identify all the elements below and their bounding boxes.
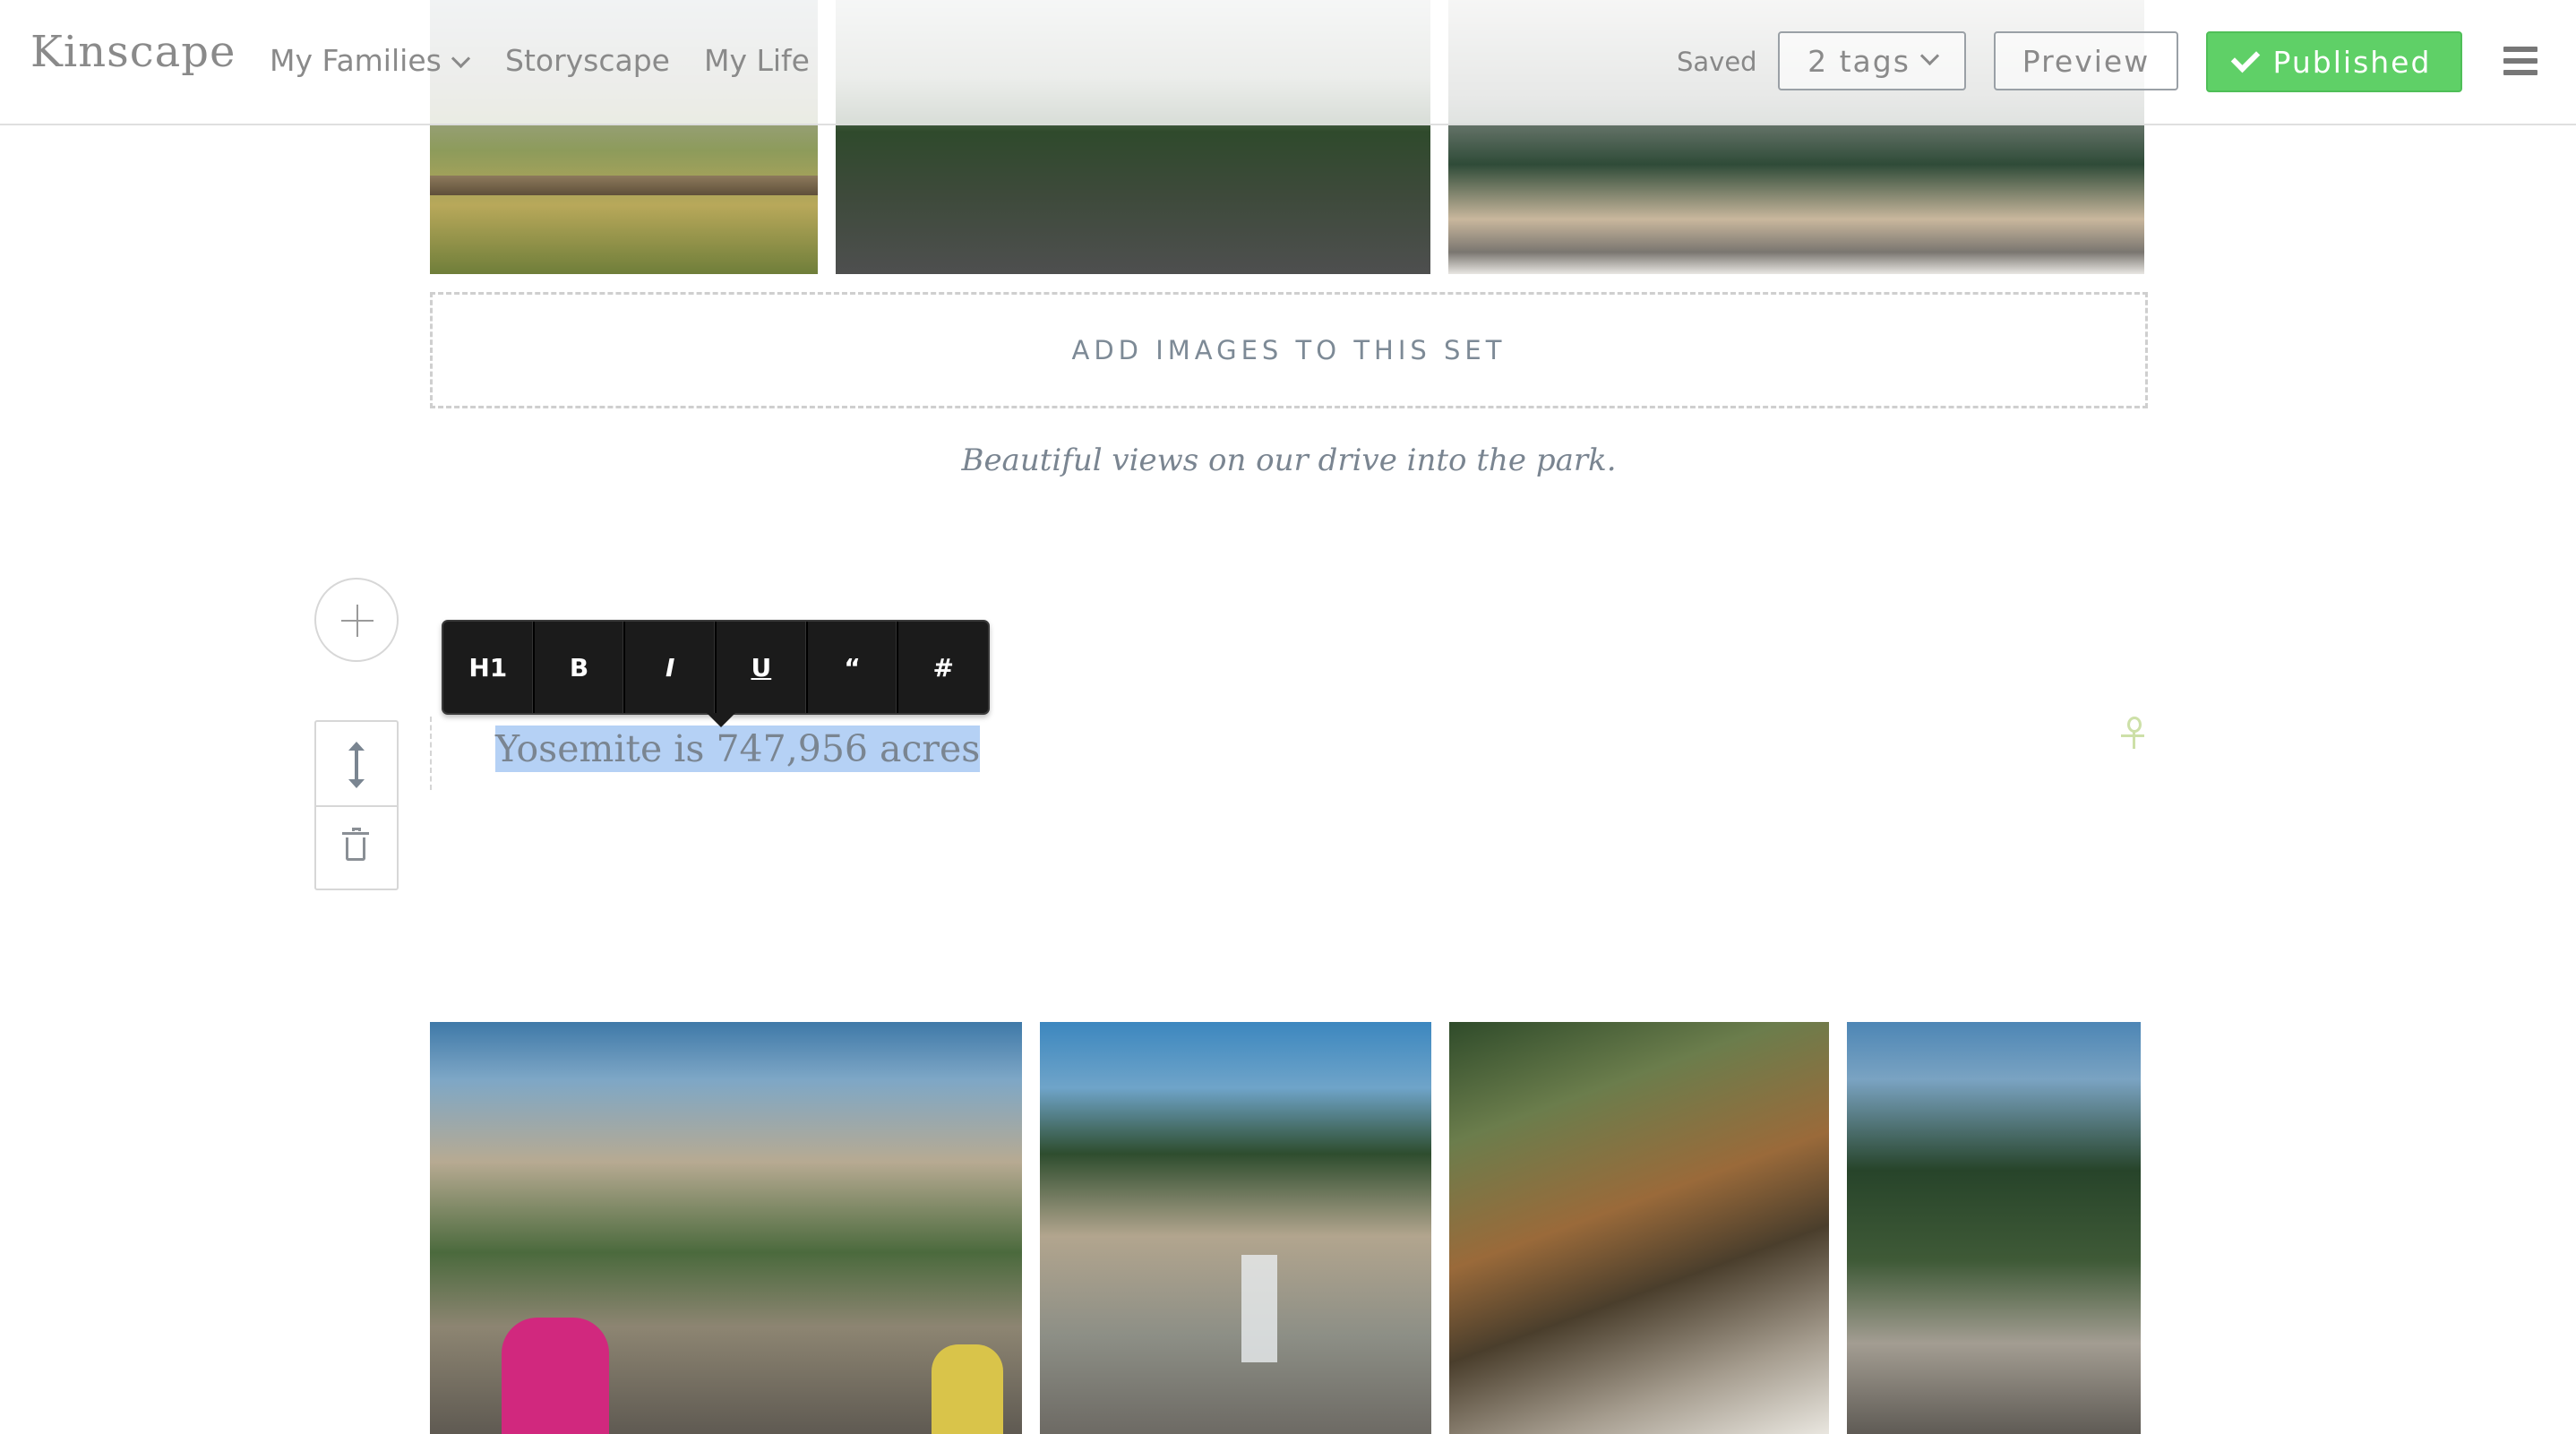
delete-block-button[interactable] <box>316 807 397 890</box>
photo-hikers[interactable] <box>430 1022 1022 1434</box>
move-block-button[interactable] <box>316 722 397 807</box>
nav-my-life[interactable]: My Life <box>704 43 810 78</box>
photo-stream[interactable] <box>1449 1022 1829 1434</box>
text-block-guide <box>430 717 432 790</box>
tags-label: 2 tags <box>1807 43 1911 79</box>
underline-button[interactable]: U <box>717 622 808 713</box>
hamburger-icon[interactable] <box>2503 47 2537 77</box>
kinscape-logo[interactable]: Kinscape <box>30 27 236 77</box>
text-block[interactable]: Yosemite is 747,956 acres <box>495 726 981 772</box>
top-nav-bar: Kinscape My Families Storyscape My Life … <box>0 0 2576 125</box>
hash-button[interactable]: # <box>898 622 988 713</box>
preview-button[interactable]: Preview <box>1994 31 2178 90</box>
nav-my-families-label: My Families <box>270 43 442 78</box>
add-block-button[interactable] <box>314 578 399 662</box>
photo-forest[interactable] <box>1847 1022 2141 1434</box>
image-set-caption[interactable]: Beautiful views on our drive into the pa… <box>430 442 2148 478</box>
italic-button[interactable]: I <box>625 622 717 713</box>
add-images-button[interactable]: ADD IMAGES TO THIS SET <box>430 292 2148 408</box>
bold-button[interactable]: B <box>535 622 626 713</box>
quote-button[interactable]: “ <box>808 622 899 713</box>
formatting-toolbar: H1 B I U “ # <box>442 620 990 727</box>
block-tools <box>314 720 399 890</box>
chevron-down-icon <box>1919 46 1939 65</box>
chevron-down-icon <box>451 48 470 69</box>
ankh-icon[interactable] <box>2124 717 2145 751</box>
move-vertical-icon <box>348 742 365 788</box>
check-icon <box>2230 43 2260 73</box>
save-status: Saved <box>1677 47 1757 77</box>
selected-text[interactable]: Yosemite is 747,956 acres <box>495 726 981 772</box>
published-label: Published <box>2272 44 2432 80</box>
heading-button[interactable]: H1 <box>443 622 535 713</box>
nav-my-families[interactable]: My Families <box>270 43 470 78</box>
published-button[interactable]: Published <box>2206 31 2462 92</box>
trash-icon <box>342 828 369 861</box>
tags-dropdown[interactable]: 2 tags <box>1778 31 1966 90</box>
photo-waterfall[interactable] <box>1040 1022 1431 1434</box>
nav-storyscape[interactable]: Storyscape <box>505 43 670 78</box>
